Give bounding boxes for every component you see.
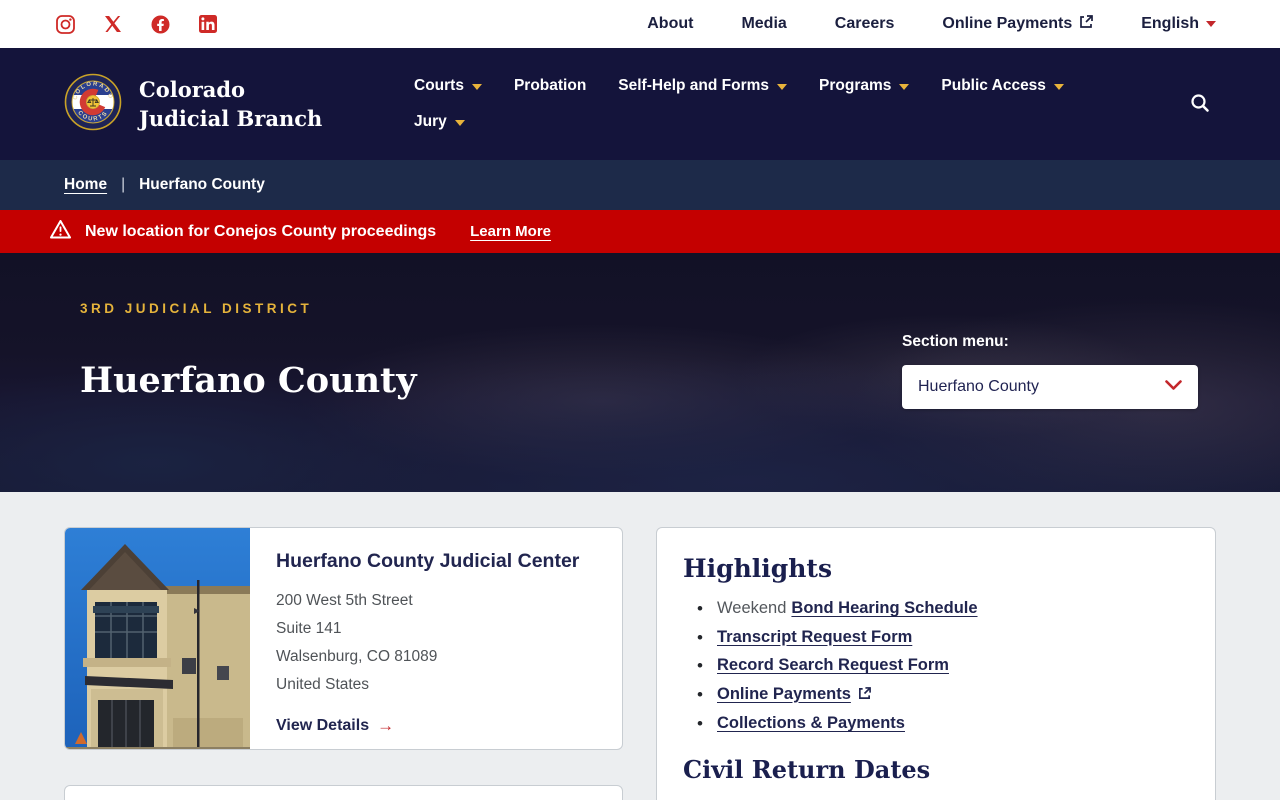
section-menu-dropdown[interactable]: Huerfano County [902,365,1198,409]
topbar-link-careers[interactable]: Careers [835,15,895,33]
alert-learn-more-link[interactable]: Learn More [470,223,551,240]
district-eyebrow: 3RD JUDICIAL DISTRICT [80,301,313,316]
brand[interactable]: COLORADO COURTS Colorado Judicial Branch [64,73,394,136]
address-line: Walsenburg, CO 81089 [276,648,438,665]
caret-down-icon [899,84,910,90]
breadcrumb-home-link[interactable]: Home [64,176,107,194]
arrow-right-icon: → [377,716,395,735]
location-card: Huerfano County Judicial Center 200 West… [64,527,623,750]
record-search-request-form-link[interactable]: Record Search Request Form [717,656,949,674]
nav-item-probation[interactable]: Probation [514,77,586,95]
highlights-heading: Highlights [683,554,833,583]
x-twitter-icon[interactable] [104,15,122,33]
hero-text: 3RD JUDICIAL DISTRICT Huerfano County [80,301,417,401]
site-title: Colorado Judicial Branch [139,77,323,131]
list-item: Transcript Request Form [697,628,1189,648]
highlights-list: WeekendBond Hearing Schedule Transcript … [697,599,1189,734]
facebook-icon[interactable] [151,15,170,34]
location-title: Huerfano County Judicial Center [276,550,580,572]
building-photo [65,528,250,749]
caret-down-icon [777,84,788,90]
nav-item-public-access[interactable]: Public Access [941,77,1064,95]
page-title: Huerfano County [80,360,417,401]
alert-message: New location for Conejos County proceedi… [85,222,437,240]
online-payments-link[interactable]: Online Payments [717,685,851,703]
list-item: Record Search Request Form [697,656,1189,676]
main-content: Huerfano County Judicial Center 200 West… [0,492,1280,800]
address-line: United States [276,676,370,693]
instagram-icon[interactable] [56,14,75,34]
external-link-icon [1079,14,1094,34]
topbar-link-media[interactable]: Media [741,15,786,33]
language-selector[interactable]: English [1141,15,1216,33]
collections-payments-link[interactable]: Collections & Payments [717,714,905,732]
list-item: Collections & Payments [697,714,1189,734]
caret-down-icon [454,120,465,126]
view-details-label: View Details [276,717,370,734]
location-info: Huerfano County Judicial Center 200 West… [250,528,605,749]
address-line: 200 West 5th Street [276,592,413,609]
address-line: Suite 141 [276,620,342,637]
main-navigation: COLORADO COURTS Colorado Judicial Branch… [0,48,1280,160]
breadcrumb-current: Huerfano County [139,176,265,193]
section-menu-label: Section menu: [902,333,1009,350]
nav-item-courts[interactable]: Courts [414,77,482,95]
nav-item-label: Programs [819,77,892,94]
nav-item-label: Jury [414,113,447,130]
bond-hearing-schedule-link[interactable]: Bond Hearing Schedule [791,599,977,617]
item-prefix: Weekend [717,599,787,617]
topbar-link-about[interactable]: About [647,15,693,33]
next-card-partial [64,785,623,800]
hero-banner: 3RD JUDICIAL DISTRICT Huerfano County Se… [0,253,1280,492]
nav-item-self-help[interactable]: Self-Help and Forms [618,77,788,95]
nav-item-label: Probation [513,77,587,94]
breadcrumb-separator: | [121,176,126,193]
linkedin-icon[interactable] [199,15,217,33]
nav-item-label: Self-Help and Forms [618,77,770,94]
location-address: 200 West 5th Street Suite 141 Walsenburg… [276,587,579,699]
section-menu-value: Huerfano County [918,378,1039,395]
list-item: Online Payments [697,685,1189,705]
language-label: English [1141,15,1199,32]
left-column: Huerfano County Judicial Center 200 West… [64,527,623,800]
civil-return-dates-heading: Civil Return Dates [683,755,931,784]
nav-item-programs[interactable]: Programs [819,77,910,95]
nav-item-jury[interactable]: Jury [414,113,484,131]
search-icon [1190,93,1210,116]
list-item: WeekendBond Hearing Schedule [697,599,1189,619]
view-details-link[interactable]: View Details → [276,716,394,736]
nav-item-label: Courts [414,77,464,94]
chevron-down-icon [1165,378,1182,396]
search-button[interactable] [1184,87,1216,122]
external-link-icon [858,686,871,704]
topbar-link-online-payments[interactable]: Online Payments [942,14,1094,34]
caret-down-icon [1053,84,1064,90]
caret-down-icon [1206,21,1216,27]
nav-menu: Courts Probation Self-Help and Forms Pro… [414,77,1147,131]
nav-item-label: Public Access [941,77,1046,94]
topbar-links: About Media Careers Online Payments Engl… [647,14,1216,34]
online-payments-label: Online Payments [942,15,1073,32]
top-utility-bar: About Media Careers Online Payments Engl… [0,0,1280,48]
transcript-request-form-link[interactable]: Transcript Request Form [717,628,912,646]
highlights-card: Highlights WeekendBond Hearing Schedule … [656,527,1216,800]
court-seal-logo: COLORADO COURTS [64,73,122,136]
caret-down-icon [471,84,482,90]
warning-icon [50,219,71,244]
alert-banner: New location for Conejos County proceedi… [0,210,1280,253]
social-links [56,14,217,34]
section-menu: Section menu: Huerfano County [902,333,1198,409]
breadcrumb: Home | Huerfano County [0,160,1280,210]
